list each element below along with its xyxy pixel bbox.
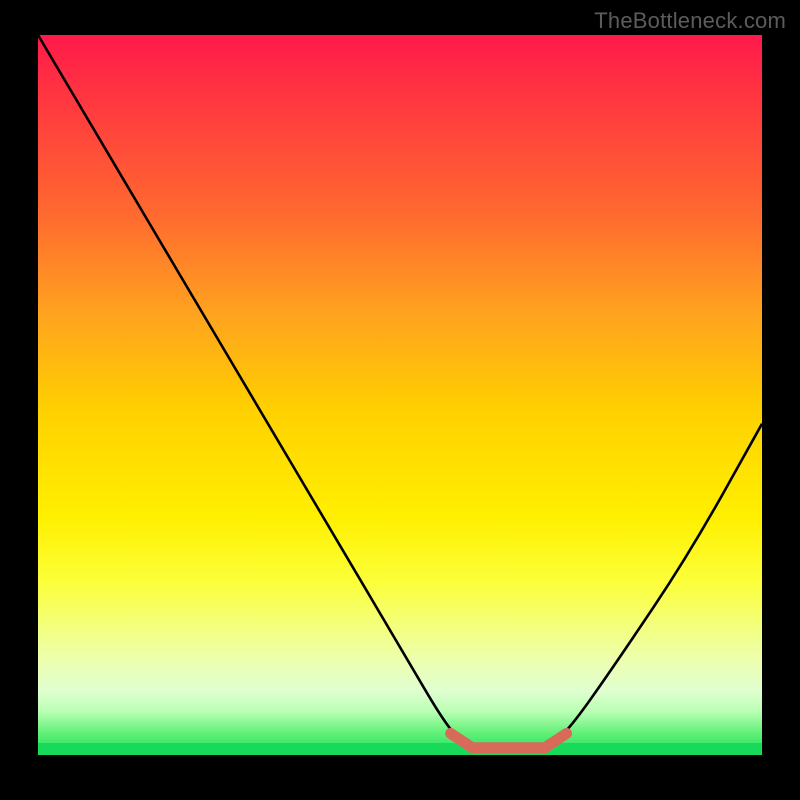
bottleneck-curve-line (38, 35, 762, 748)
bottleneck-chart (38, 35, 762, 755)
watermark-text: TheBottleneck.com (594, 8, 786, 34)
bottleneck-optimal-marker (451, 733, 567, 747)
